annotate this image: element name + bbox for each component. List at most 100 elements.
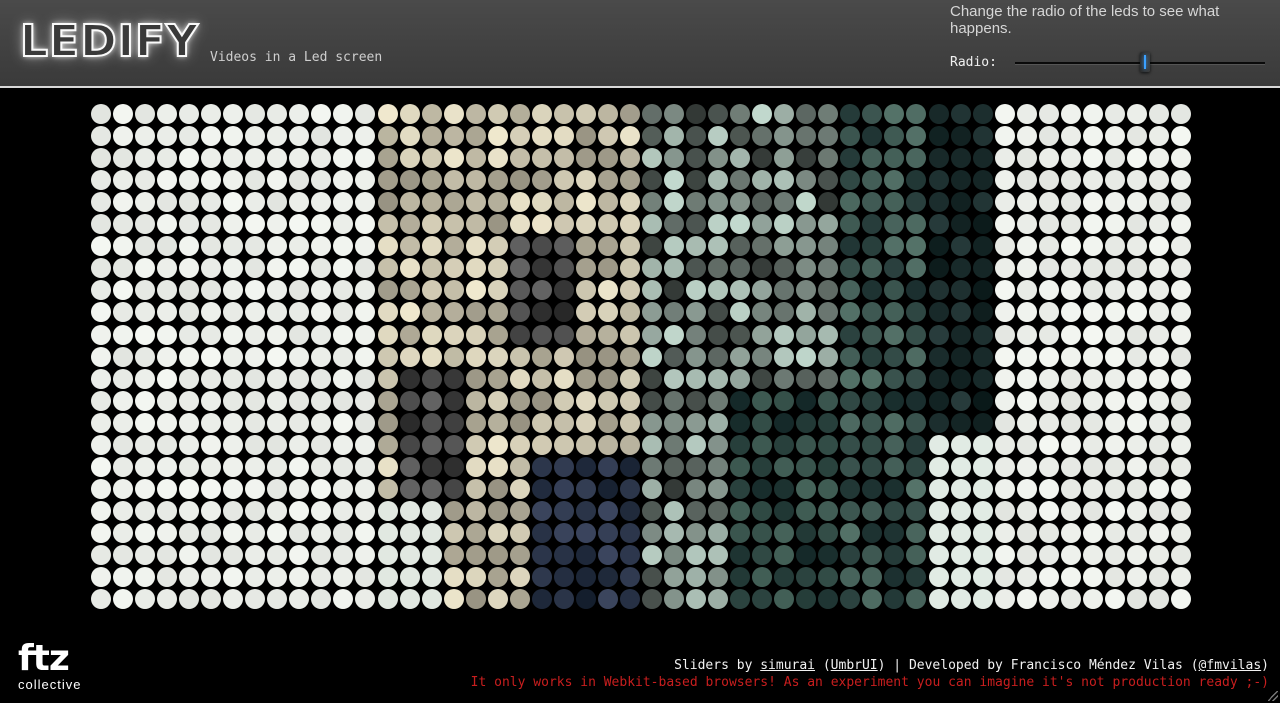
led-dot: [267, 545, 288, 565]
simurai-link[interactable]: simurai: [760, 658, 815, 673]
led-dot: [465, 170, 486, 191]
led-dot: [1016, 258, 1037, 279]
led-dot: [465, 236, 486, 257]
app-tagline: Videos in a Led screen: [210, 50, 383, 65]
led-dot: [1148, 346, 1169, 367]
led-dot: [553, 302, 574, 323]
led-dot: [553, 346, 574, 367]
led-dot: [421, 368, 442, 389]
led-dot: [179, 478, 200, 499]
led-dot: [1148, 148, 1169, 169]
led-dot: [289, 456, 310, 477]
led-dot: [1104, 434, 1125, 455]
led-dot: [201, 434, 222, 455]
led-dot: [113, 456, 134, 477]
led-dot: [708, 500, 729, 521]
led-dot: [1082, 170, 1103, 191]
led-dot: [1148, 192, 1169, 213]
led-dot: [774, 390, 795, 411]
led-dot: [443, 545, 464, 565]
led-dot: [245, 412, 266, 433]
led-dot: [421, 192, 442, 213]
led-dot: [884, 148, 905, 169]
led-dot: [553, 522, 574, 543]
led-dot: [245, 192, 266, 213]
led-dot: [267, 368, 288, 389]
led-dot: [730, 280, 751, 301]
led-dot: [796, 324, 817, 345]
led-dot: [311, 104, 332, 124]
led-dot: [91, 214, 111, 235]
led-dot: [333, 478, 354, 499]
led-dot: [333, 545, 354, 565]
led-dot: [752, 280, 773, 301]
led-dot: [135, 148, 156, 169]
led-dot: [245, 236, 266, 257]
led-dot: [796, 214, 817, 235]
led-dot: [818, 104, 839, 124]
led-dot: [906, 214, 927, 235]
led-dot: [664, 148, 685, 169]
led-dot: [752, 148, 773, 169]
led-dot: [377, 545, 398, 565]
led-dot: [972, 258, 993, 279]
led-dot: [840, 302, 861, 323]
led-dot: [245, 589, 266, 610]
led-dot: [774, 412, 795, 433]
led-dot: [355, 236, 376, 257]
led-dot: [840, 412, 861, 433]
led-dot: [708, 478, 729, 499]
umbrui-link[interactable]: UmbrUI: [831, 658, 878, 673]
led-dot: [289, 434, 310, 455]
led-dot: [1016, 280, 1037, 301]
led-dot: [686, 258, 707, 279]
led-dot: [113, 346, 134, 367]
led-dot: [619, 412, 640, 433]
led-dot: [774, 280, 795, 301]
led-dot: [950, 545, 971, 565]
led-dot: [509, 412, 530, 433]
led-dot: [311, 412, 332, 433]
led-dot: [509, 500, 530, 521]
led-dot: [553, 589, 574, 610]
led-dot: [1104, 567, 1125, 588]
led-dot: [752, 368, 773, 389]
led-dot: [928, 434, 949, 455]
led-dot: [223, 545, 244, 565]
led-dot: [840, 148, 861, 169]
led-dot: [421, 567, 442, 588]
led-dot: [1104, 500, 1125, 521]
led-dot: [774, 589, 795, 610]
led-dot: [399, 126, 420, 147]
led-dot: [730, 258, 751, 279]
resize-grip-icon[interactable]: [1268, 691, 1278, 701]
radio-slider[interactable]: [1015, 52, 1265, 74]
led-dot: [465, 148, 486, 169]
led-dot: [575, 589, 596, 610]
led-dot: [774, 500, 795, 521]
led-dot: [1148, 302, 1169, 323]
led-dot: [950, 104, 971, 124]
led-dot: [928, 148, 949, 169]
led-dot: [1126, 390, 1147, 411]
ftz-collective-logo[interactable]: ftz collective: [18, 641, 81, 692]
led-dot: [223, 258, 244, 279]
led-dot: [686, 434, 707, 455]
led-dot: [642, 192, 662, 213]
led-dot: [91, 434, 111, 455]
led-dot: [399, 258, 420, 279]
led-dot: [553, 104, 574, 124]
led-dot: [157, 258, 178, 279]
led-dot: [818, 589, 839, 610]
twitter-link[interactable]: @fmvilas: [1199, 658, 1262, 673]
led-dot: [796, 456, 817, 477]
led-dot: [245, 302, 266, 323]
slider-thumb[interactable]: [1140, 52, 1150, 72]
led-dot: [1016, 478, 1037, 499]
led-dot: [619, 522, 640, 543]
led-dot: [950, 434, 971, 455]
led-dot: [267, 456, 288, 477]
led-dot: [399, 589, 420, 610]
led-dot: [994, 434, 1015, 455]
led-dot: [862, 236, 883, 257]
